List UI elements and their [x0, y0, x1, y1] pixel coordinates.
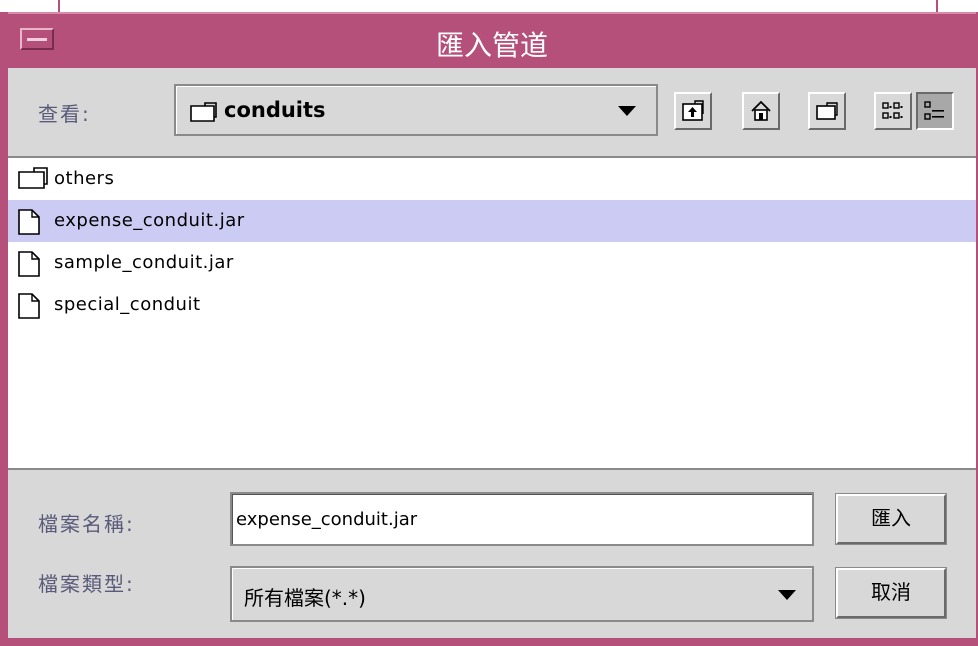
- details-view-button[interactable]: [916, 92, 954, 130]
- list-view-icon: [882, 102, 903, 119]
- list-item-selected[interactable]: expense_conduit.jar: [8, 200, 976, 242]
- list-item[interactable]: others: [8, 158, 976, 200]
- list-view-button[interactable]: [874, 92, 912, 130]
- window-title: 匯入管道: [435, 29, 548, 62]
- look-in-combo[interactable]: conduits: [174, 84, 658, 136]
- import-button[interactable]: 匯入: [835, 493, 947, 545]
- cancel-button[interactable]: 取消: [835, 567, 947, 619]
- details-view-icon: [924, 101, 944, 120]
- bottom-frame-edge: [0, 638, 978, 646]
- list-item[interactable]: special_conduit: [8, 284, 976, 326]
- top-edge: [0, 0, 978, 12]
- frame-corner-mark-left: [58, 0, 60, 12]
- file-name: special_conduit: [54, 294, 201, 315]
- file-name: expense_conduit.jar: [54, 210, 245, 231]
- title-bar[interactable]: 匯入管道: [8, 12, 976, 68]
- up-one-level-button[interactable]: [674, 92, 712, 130]
- home-button[interactable]: [742, 92, 780, 130]
- folder-icon: [18, 167, 48, 193]
- file-name-label: 檔案名稱:: [38, 512, 135, 536]
- file-list[interactable]: others expense_conduit.jar sample_condui…: [8, 156, 976, 470]
- document-icon: [18, 293, 40, 323]
- frame-corner-mark-right: [936, 0, 938, 12]
- look-in-value: conduits: [224, 98, 326, 122]
- file-type-label: 檔案類型:: [38, 572, 135, 596]
- chevron-down-icon[interactable]: [778, 590, 796, 600]
- chevron-down-icon[interactable]: [618, 106, 636, 116]
- window-frame: 匯入管道 查看: conduits others expense_conduit…: [0, 0, 978, 646]
- folder-icon: [190, 102, 218, 126]
- file-type-value: 所有檔案(*.*): [244, 586, 366, 610]
- dialog-body: 查看: conduits others expense_conduit.jar …: [8, 68, 976, 638]
- list-item[interactable]: sample_conduit.jar: [8, 242, 976, 284]
- document-icon: [18, 251, 40, 281]
- file-name: others: [54, 168, 115, 189]
- file-name-field[interactable]: [230, 492, 814, 546]
- new-folder-button[interactable]: [808, 92, 846, 130]
- document-icon: [18, 209, 40, 239]
- up-folder-icon: [682, 100, 704, 121]
- home-icon: [751, 100, 771, 121]
- look-in-label: 查看:: [38, 102, 91, 126]
- new-folder-icon: [816, 102, 838, 120]
- file-type-combo[interactable]: 所有檔案(*.*): [230, 566, 814, 622]
- file-name: sample_conduit.jar: [54, 252, 234, 273]
